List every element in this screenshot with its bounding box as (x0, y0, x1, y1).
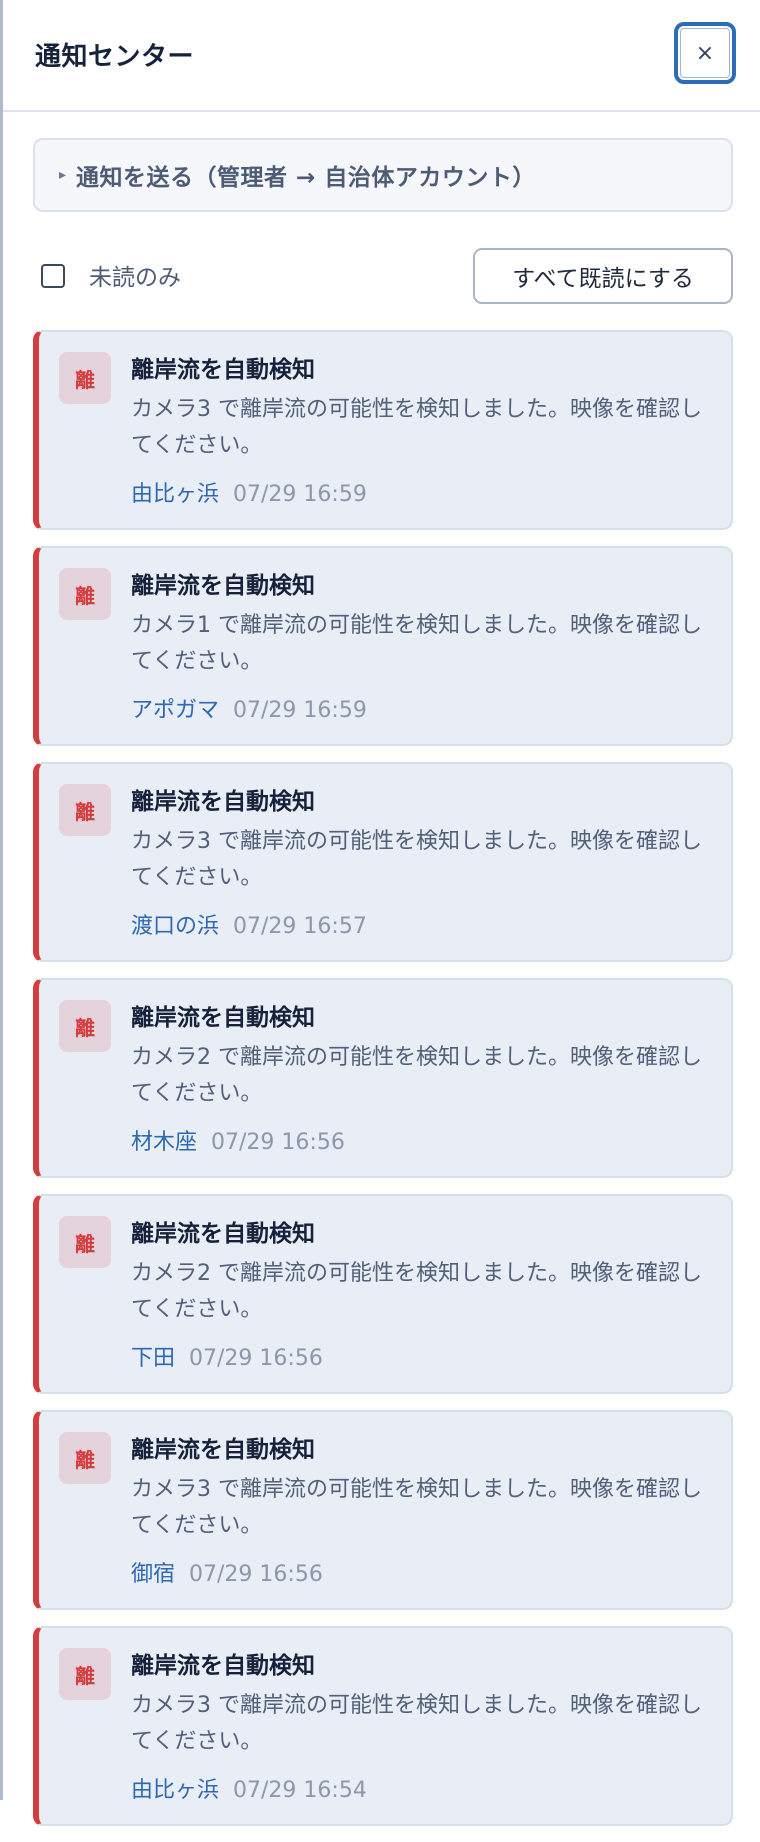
notification-title: 離岸流を自動検知 (131, 573, 315, 599)
notification-location-link[interactable]: 由比ヶ浜 (131, 482, 219, 507)
panel-title: 通知センター (35, 42, 195, 72)
rip-current-badge-icon: 離 (59, 1432, 111, 1484)
notification-location-link[interactable]: 材木座 (131, 1130, 197, 1155)
rip-current-badge-icon: 離 (59, 352, 111, 404)
notification-body: カメラ1 で離岸流の可能性を検知しました。映像を確認してください。 (131, 613, 702, 674)
notification-card[interactable]: 離離岸流を自動検知カメラ2 で離岸流の可能性を検知しました。映像を確認してくださ… (33, 978, 733, 1178)
mark-all-read-button[interactable]: すべて既読にする (473, 248, 733, 304)
notification-body: カメラ3 で離岸流の可能性を検知しました。映像を確認してください。 (131, 829, 702, 890)
notification-card[interactable]: 離離岸流を自動検知カメラ1 で離岸流の可能性を検知しました。映像を確認してくださ… (33, 546, 733, 746)
notification-meta: 由比ヶ浜 07/29 16:59 (131, 476, 367, 508)
notification-title: 離岸流を自動検知 (131, 1005, 315, 1031)
notification-body: カメラ2 で離岸流の可能性を検知しました。映像を確認してください。 (131, 1045, 702, 1106)
notification-timestamp: 07/29 16:59 (233, 698, 367, 723)
notification-meta: 下田 07/29 16:56 (131, 1340, 323, 1372)
notification-meta: 渡口の浜 07/29 16:57 (131, 908, 367, 940)
notification-title: 離岸流を自動検知 (131, 357, 315, 383)
notification-timestamp: 07/29 16:54 (233, 1778, 367, 1803)
notification-location-link[interactable]: 渡口の浜 (131, 914, 219, 939)
notification-timestamp: 07/29 16:57 (233, 914, 367, 939)
notification-location-link[interactable]: 由比ヶ浜 (131, 1778, 219, 1803)
notification-meta: 御宿 07/29 16:56 (131, 1556, 323, 1588)
send-notification-toggle[interactable]: ▸ 通知を送る（管理者 → 自治体アカウント） (33, 138, 733, 212)
notification-meta: 材木座 07/29 16:56 (131, 1124, 345, 1156)
notification-center-panel: 通知センター × ▸ 通知を送る（管理者 → 自治体アカウント） 未読のみ すべ… (0, 0, 760, 1826)
filter-toolbar: 未読のみ すべて既読にする (33, 248, 733, 304)
notification-title: 離岸流を自動検知 (131, 789, 315, 815)
unread-only-checkbox[interactable] (41, 264, 65, 288)
notification-timestamp: 07/29 16:56 (189, 1346, 323, 1371)
close-button[interactable]: × (674, 22, 736, 84)
notification-location-link[interactable]: 下田 (131, 1346, 175, 1371)
rip-current-badge-icon: 離 (59, 568, 111, 620)
close-icon: × (695, 40, 715, 66)
send-notification-label: 通知を送る（管理者 → 自治体アカウント） (76, 165, 536, 191)
notification-list: 離離岸流を自動検知 カメラ3 で離岸流の可能性を検知しました。映像を確認してくださ… (33, 330, 733, 1842)
notification-timestamp: 07/29 16:56 (211, 1130, 345, 1155)
rip-current-badge-icon: 離 (59, 784, 111, 836)
notification-title: 離岸流を自動検知 (131, 1221, 315, 1247)
rip-current-badge-icon: 離 (59, 1648, 111, 1700)
notification-card[interactable]: 離離岸流を自動検知カメラ2 で離岸流の可能性を検知しました。映像を確認してくださ… (33, 1194, 733, 1394)
notification-timestamp: 07/29 16:59 (233, 482, 367, 507)
rip-current-badge-icon: 離 (59, 1000, 111, 1052)
rip-current-badge-icon: 離 (59, 1216, 111, 1268)
notification-card[interactable]: 離離岸流を自動検知カメラ3 で離岸流の可能性を検知しました。映像を確認してくださ… (33, 762, 733, 962)
notification-body: カメラ2 で離岸流の可能性を検知しました。映像を確認してください。 (131, 1261, 702, 1322)
notification-title: 離岸流を自動検知 (131, 1437, 315, 1463)
notification-body: カメラ3 で離岸流の可能性を検知しました。映像を確認してください。 (131, 1477, 702, 1538)
notification-body: カメラ3 で離岸流の可能性を検知しました。映像を確認してください。 (131, 397, 702, 458)
notification-card[interactable]: 離離岸流を自動検知カメラ3 で離岸流の可能性を検知しました。映像を確認してくださ… (33, 330, 733, 530)
notification-card[interactable]: 離離岸流を自動検知カメラ3 で離岸流の可能性を検知しました。映像を確認してくださ… (33, 1410, 733, 1610)
unread-only-label[interactable]: 未読のみ (89, 258, 181, 292)
notification-card[interactable]: 離離岸流を自動検知カメラ3 で離岸流の可能性を検知しました。映像を確認してくださ… (33, 1626, 733, 1826)
notification-meta: アポガマ 07/29 16:59 (131, 692, 367, 724)
notification-location-link[interactable]: 御宿 (131, 1562, 175, 1587)
panel-header: 通知センター × (3, 0, 760, 112)
notification-title: 離岸流を自動検知 (131, 1653, 315, 1679)
notification-timestamp: 07/29 16:56 (189, 1562, 323, 1587)
caret-right-icon: ▸ (59, 167, 67, 183)
notification-meta: 由比ヶ浜 07/29 16:54 (131, 1772, 367, 1804)
notification-body: カメラ3 で離岸流の可能性を検知しました。映像を確認してください。 (131, 1693, 702, 1754)
notification-location-link[interactable]: アポガマ (131, 698, 219, 723)
